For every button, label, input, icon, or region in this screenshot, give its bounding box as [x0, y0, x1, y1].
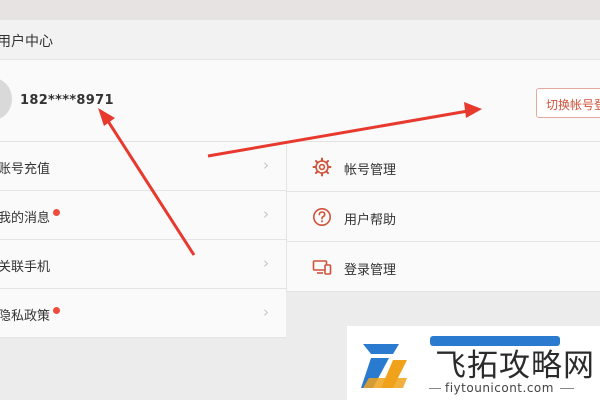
menu-item-label: 登录管理	[344, 263, 397, 278]
gear-icon	[312, 157, 332, 177]
menu-item-label: 关联手机	[0, 260, 51, 275]
right-menu: 帐号管理 用户帮助 登录管理	[287, 142, 600, 292]
menu-item-recharge[interactable]: 账号充值 ›	[0, 142, 286, 191]
menu-item-label: 我的消息	[0, 207, 61, 226]
menu-item-login-management[interactable]: 登录管理	[287, 242, 600, 292]
menu-item-label: 用户帮助	[344, 213, 397, 228]
page-title: 用户中心	[0, 34, 53, 50]
menu-item-label: 隐私政策	[0, 305, 61, 324]
watermark-url: fiytounicont.com	[429, 381, 574, 395]
menu-item-messages[interactable]: 我的消息 ›	[0, 191, 286, 240]
watermark: 飞拓攻略网 fiytounicont.com	[347, 326, 600, 400]
menu-item-linked-phone[interactable]: 关联手机 ›	[0, 240, 286, 289]
top-strip	[0, 0, 600, 20]
menu-item-label: 帐号管理	[344, 163, 397, 178]
watermark-brand: 飞拓攻略网	[435, 348, 595, 384]
unread-dot	[53, 209, 61, 216]
chevron-right-icon: ›	[263, 303, 269, 321]
chevron-right-icon: ›	[263, 156, 269, 174]
devices-icon	[312, 260, 332, 275]
header: 用户中心	[0, 20, 600, 60]
chevron-right-icon: ›	[263, 254, 269, 272]
question-icon	[313, 208, 331, 226]
phone-number: 182****8971	[20, 93, 114, 108]
avatar[interactable]	[0, 78, 12, 120]
watermark-logo	[361, 344, 407, 388]
left-menu: 账号充值 › 我的消息 › 关联手机 › 隐私政策 ›	[0, 142, 286, 338]
menu-item-account-management[interactable]: 帐号管理	[287, 142, 600, 192]
menu-item-user-help[interactable]: 用户帮助	[287, 192, 600, 242]
unread-dot	[53, 307, 61, 314]
profile-card: 182****8971 切换帐号登录	[0, 60, 600, 142]
menu-item-privacy[interactable]: 隐私政策 ›	[0, 289, 286, 338]
switch-account-button[interactable]: 切换帐号登录	[536, 88, 600, 118]
chevron-right-icon: ›	[263, 205, 269, 223]
menu-item-label: 账号充值	[0, 162, 51, 177]
